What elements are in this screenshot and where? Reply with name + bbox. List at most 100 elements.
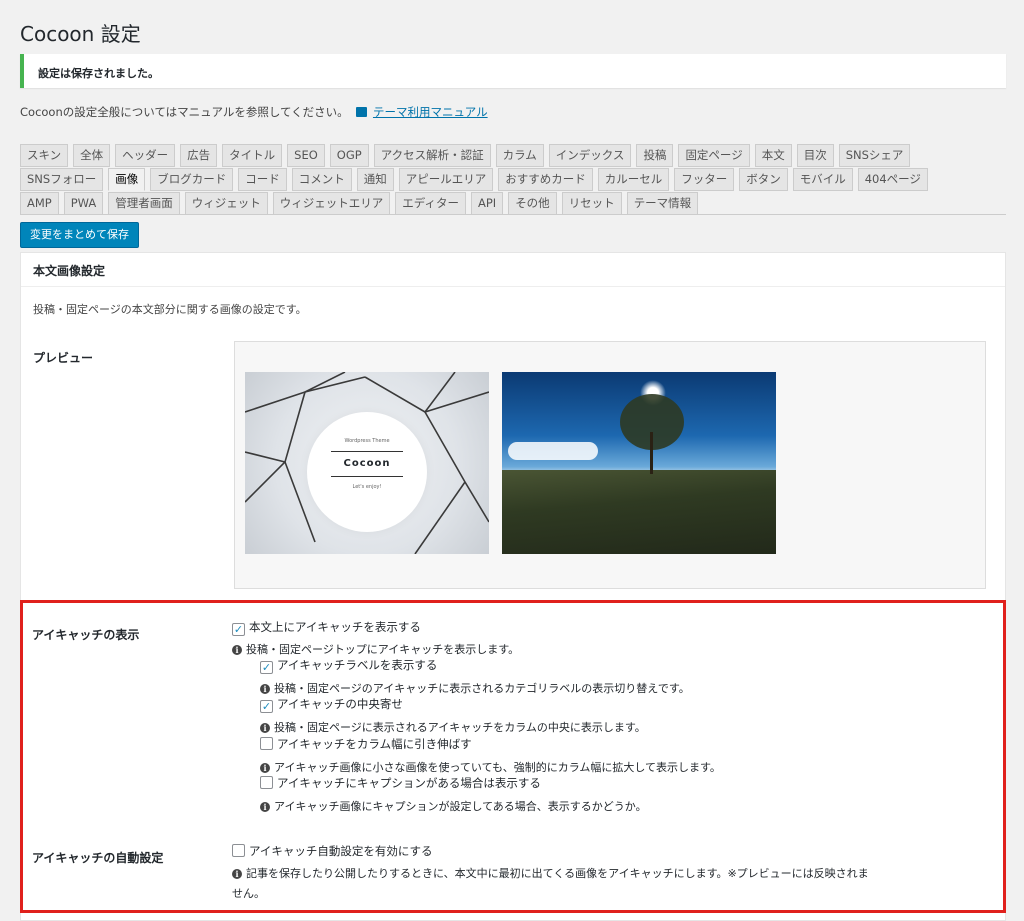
tree-trunk	[650, 432, 653, 474]
tab-0-7[interactable]: アクセス解析・認証	[373, 144, 491, 167]
option-label: アイキャッチをカラム幅に引き伸ばす	[277, 737, 472, 751]
preview-image-cocoon: Wordpress Theme Cocoon Let's enjoy!	[245, 372, 489, 554]
tab-0-13[interactable]: 目次	[796, 144, 834, 167]
logo-top-text: Wordpress Theme	[344, 438, 390, 444]
checkbox[interactable]: ✓	[260, 661, 273, 674]
option-stretch[interactable]: アイキャッチをカラム幅に引き伸ばす	[260, 736, 472, 752]
cocoon-logo: Cocoon	[331, 451, 403, 477]
checkbox[interactable]	[260, 737, 273, 750]
tab-1-10[interactable]: ボタン	[739, 168, 788, 191]
tab-0-1[interactable]: 全体	[73, 144, 111, 167]
save-all-button[interactable]: 変更をまとめて保存	[20, 222, 139, 248]
tab-1-4[interactable]: コメント	[291, 168, 352, 191]
option-label: アイキャッチ自動設定を有効にする	[249, 844, 433, 858]
tab-2-5[interactable]: エディター	[395, 192, 466, 215]
tab-1-8[interactable]: カルーセル	[597, 168, 670, 191]
manual-line: Cocoonの設定全般についてはマニュアルを参照してください。 テーマ利用マニュ…	[20, 104, 488, 120]
checkbox[interactable]: ✓	[232, 623, 245, 636]
tab-0-8[interactable]: カラム	[495, 144, 544, 167]
tab-0-0[interactable]: スキン	[20, 144, 69, 167]
tab-2-7[interactable]: その他	[508, 192, 557, 215]
note-stretch: i アイキャッチ画像に小さな画像を使っていても、強制的にカラム幅に拡大して表示しま…	[260, 759, 721, 775]
option-center[interactable]: ✓ アイキャッチの中央寄せ	[260, 696, 403, 713]
tab-0-4[interactable]: タイトル	[222, 144, 283, 167]
tab-2-4[interactable]: ウィジェットエリア	[272, 192, 391, 215]
panel-description: 投稿・固定ページの本文部分に関する画像の設定です。	[33, 303, 307, 316]
info-icon: i	[260, 802, 270, 812]
manual-text: Cocoonの設定全般についてはマニュアルを参照してください。	[20, 105, 349, 119]
note-text: 投稿・固定ページに表示されるアイキャッチをカラムの中央に表示します。	[274, 721, 646, 734]
tab-2-2[interactable]: 管理者画面	[108, 192, 180, 215]
panel-header: 本文画像設定	[21, 253, 1005, 287]
note-text: 投稿・固定ページトップにアイキャッチを表示します。	[246, 643, 520, 656]
option-label: アイキャッチにキャプションがある場合は表示する	[277, 776, 541, 790]
option-show-eyecatch[interactable]: ✓ 本文上にアイキャッチを表示する	[232, 619, 421, 636]
tab-1-9[interactable]: フッター	[674, 168, 735, 191]
tab-2-0[interactable]: AMP	[20, 192, 59, 215]
tab-0-2[interactable]: ヘッダー	[115, 144, 176, 167]
note-show-eyecatch: i 投稿・固定ページトップにアイキャッチを表示します。	[232, 641, 519, 657]
option-label: アイキャッチの中央寄せ	[277, 697, 403, 711]
save-notice: 設定は保存されました。	[20, 54, 1006, 88]
note-text: 記事を保存したり公開したりするときに、本文中に最初に出てくる画像をアイキャッチに…	[246, 867, 869, 880]
info-icon: i	[232, 645, 242, 655]
tab-0-11[interactable]: 固定ページ	[678, 144, 750, 167]
logo-bottom-text: Let's enjoy!	[352, 484, 382, 490]
book-icon	[356, 107, 368, 117]
cloud	[508, 442, 598, 460]
tab-1-12[interactable]: 404ページ	[857, 168, 928, 191]
info-icon: i	[260, 723, 270, 733]
ground	[502, 470, 776, 554]
tab-0-6[interactable]: OGP	[329, 144, 369, 167]
note-auto-eyecatch: i 記事を保存したり公開したりするときに、本文中に最初に出てくる画像をアイキャッチ…	[232, 865, 869, 881]
tab-2-1[interactable]: PWA	[63, 192, 104, 215]
checkbox[interactable]	[260, 776, 273, 789]
option-label: 本文上にアイキャッチを表示する	[249, 620, 421, 634]
tab-0-3[interactable]: 広告	[180, 144, 218, 167]
tab-row: スキン 全体 ヘッダー 広告 タイトル SEO OGP アクセス解析・認証 カラム インデックス投…	[20, 144, 1006, 168]
info-icon: i	[260, 763, 270, 773]
option-caption[interactable]: アイキャッチにキャプションがある場合は表示する	[260, 775, 541, 791]
checkbox[interactable]: ✓	[260, 700, 273, 713]
tab-0-9[interactable]: インデックス	[548, 144, 632, 167]
tab-0-5[interactable]: SEO	[287, 144, 325, 167]
tab-1-1[interactable]: 画像	[108, 168, 146, 191]
settings-tabs: スキン 全体 ヘッダー 広告 タイトル SEO OGP アクセス解析・認証 カラム インデックス投…	[20, 144, 1006, 216]
tab-1-11[interactable]: モバイル	[792, 168, 853, 191]
tab-0-14[interactable]: SNSシェア	[838, 144, 911, 167]
note-text: 投稿・固定ページのアイキャッチに表示されるカテゴリラベルの表示切り替えです。	[274, 682, 690, 695]
tab-2-3[interactable]: ウィジェット	[184, 192, 268, 215]
note-caption: i アイキャッチ画像にキャプションが設定してある場合、表示するかどうか。	[260, 798, 647, 814]
note-center: i 投稿・固定ページに表示されるアイキャッチをカラムの中央に表示します。	[260, 719, 646, 735]
tab-1-0[interactable]: SNSフォロー	[20, 168, 104, 191]
option-label: アイキャッチラベルを表示する	[277, 658, 438, 672]
tab-2-9[interactable]: テーマ情報	[626, 192, 699, 215]
manual-link[interactable]: テーマ利用マニュアル	[373, 105, 488, 119]
tab-2-8[interactable]: リセット	[561, 192, 622, 215]
info-icon: i	[232, 869, 242, 879]
option-show-label[interactable]: ✓ アイキャッチラベルを表示する	[260, 657, 437, 674]
note-text: アイキャッチ画像に小さな画像を使っていても、強制的にカラム幅に拡大して表示します…	[274, 761, 721, 774]
tab-0-10[interactable]: 投稿	[636, 144, 674, 167]
eyecatch-display-label: アイキャッチの表示	[32, 628, 140, 642]
tabs-divider	[20, 214, 1006, 215]
tab-0-12[interactable]: 本文	[754, 144, 792, 167]
note-auto-eyecatch-cont: せん。	[232, 887, 265, 900]
info-icon: i	[260, 684, 270, 694]
tab-1-6[interactable]: アピールエリア	[398, 168, 494, 191]
tab-1-7[interactable]: おすすめカード	[498, 168, 593, 191]
page-title: Cocoon 設定	[20, 22, 141, 46]
preview-image-tree	[502, 372, 776, 554]
eyecatch-auto-label: アイキャッチの自動設定	[32, 851, 164, 865]
note-text: アイキャッチ画像にキャプションが設定してある場合、表示するかどうか。	[274, 800, 647, 813]
option-auto-eyecatch[interactable]: アイキャッチ自動設定を有効にする	[232, 843, 433, 859]
checkbox[interactable]	[232, 844, 245, 857]
tab-row: AMP PWA 管理者画面 ウィジェット ウィジェットエリア エディター API その他 リセッ…	[20, 192, 1006, 216]
tab-2-6[interactable]: API	[470, 192, 504, 215]
tab-1-2[interactable]: ブログカード	[150, 168, 234, 191]
tab-row: SNSフォロー 画像 ブログカード コード コメント 通知 アピールエリア おすすめカード カル…	[20, 168, 1006, 192]
note-show-label: i 投稿・固定ページのアイキャッチに表示されるカテゴリラベルの表示切り替えです。	[260, 680, 690, 696]
tab-1-3[interactable]: コード	[238, 168, 287, 191]
preview-box: Wordpress Theme Cocoon Let's enjoy!	[234, 341, 986, 589]
tab-1-5[interactable]: 通知	[356, 168, 394, 191]
